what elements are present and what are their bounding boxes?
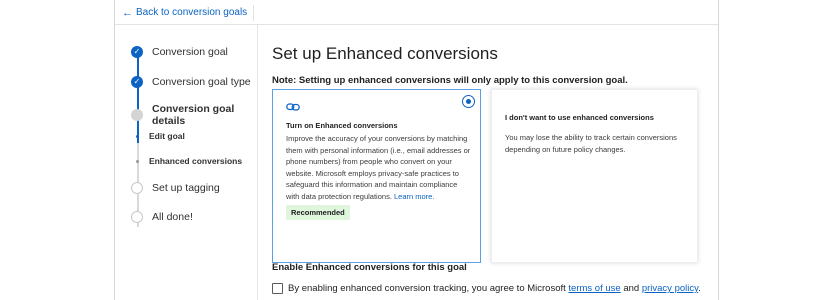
card-description: You may lose the ability to track certai… (505, 133, 677, 154)
option-card-opt-out[interactable]: I don't want to use enhanced conversions… (491, 89, 698, 263)
substep-enhanced-conversions[interactable]: Enhanced conversions (135, 156, 242, 166)
card-description: Improve the accuracy of your conversions… (286, 133, 471, 202)
enable-section-title: Enable Enhanced conversions for this goa… (272, 262, 467, 273)
step-conversion-goal-type[interactable]: ✓ Conversion goal type (131, 76, 251, 88)
consent-suffix: . (698, 283, 701, 294)
terms-of-use-link[interactable]: terms of use (568, 283, 620, 294)
wizard-steps-sidebar: ✓ Conversion goal ✓ Conversion goal type… (115, 25, 258, 300)
substep-label: Enhanced conversions (149, 156, 243, 166)
link-icon (286, 103, 300, 111)
current-step-dot-icon (131, 109, 143, 121)
consent-checkbox[interactable] (272, 283, 283, 294)
consent-text: By enabling enhanced conversion tracking… (288, 283, 701, 294)
app-frame: ← Back to conversion goals ✓ Conversion … (114, 0, 719, 300)
step-label: Conversion goal type (152, 76, 251, 88)
step-label: Conversion goal (152, 46, 228, 58)
page-title: Set up Enhanced conversions (272, 44, 498, 63)
step-conversion-goal[interactable]: ✓ Conversion goal (131, 46, 228, 58)
scope-note: Note: Setting up enhanced conversions wi… (272, 75, 628, 86)
back-link-label: Back to conversion goals (136, 7, 248, 18)
back-to-conversion-goals-link[interactable]: ← Back to conversion goals (122, 5, 255, 21)
checkmark-icon: ✓ (131, 76, 143, 88)
main-content: Set up Enhanced conversions Note: Settin… (272, 25, 712, 300)
progress-line-complete (137, 55, 139, 143)
step-label: Set up tagging (152, 182, 220, 194)
pending-step-circle-icon (131, 182, 143, 194)
substep-label: Edit goal (149, 131, 185, 141)
step-set-up-tagging[interactable]: Set up tagging (131, 182, 220, 194)
consent-prefix: By enabling enhanced conversion tracking… (288, 283, 566, 294)
recommended-badge: Recommended (286, 205, 350, 220)
top-bar: ← Back to conversion goals (115, 0, 718, 25)
pending-step-circle-icon (131, 211, 143, 223)
radio-selected-icon[interactable] (462, 95, 475, 108)
step-label: All done! (152, 211, 193, 223)
option-card-turn-on[interactable]: Turn on Enhanced conversions Improve the… (272, 89, 481, 263)
arrow-left-icon: ← (122, 7, 133, 19)
checkmark-icon: ✓ (131, 46, 143, 58)
card-body-text: Improve the accuracy of your conversions… (286, 134, 471, 201)
step-all-done[interactable]: All done! (131, 211, 193, 223)
card-title: I don't want to use enhanced conversions (505, 113, 654, 122)
substep-dot-icon (136, 159, 139, 163)
substep-dot-icon (136, 134, 139, 138)
card-title: Turn on Enhanced conversions (286, 121, 398, 130)
step-conversion-goal-details[interactable]: Conversion goal details (131, 103, 257, 127)
substep-edit-goal[interactable]: Edit goal (135, 131, 185, 141)
consent-row: By enabling enhanced conversion tracking… (272, 283, 701, 294)
consent-and: and (623, 283, 640, 294)
learn-more-link[interactable]: Learn more. (394, 192, 434, 201)
step-label: Conversion goal details (152, 103, 235, 127)
privacy-policy-link[interactable]: privacy policy (642, 283, 698, 294)
